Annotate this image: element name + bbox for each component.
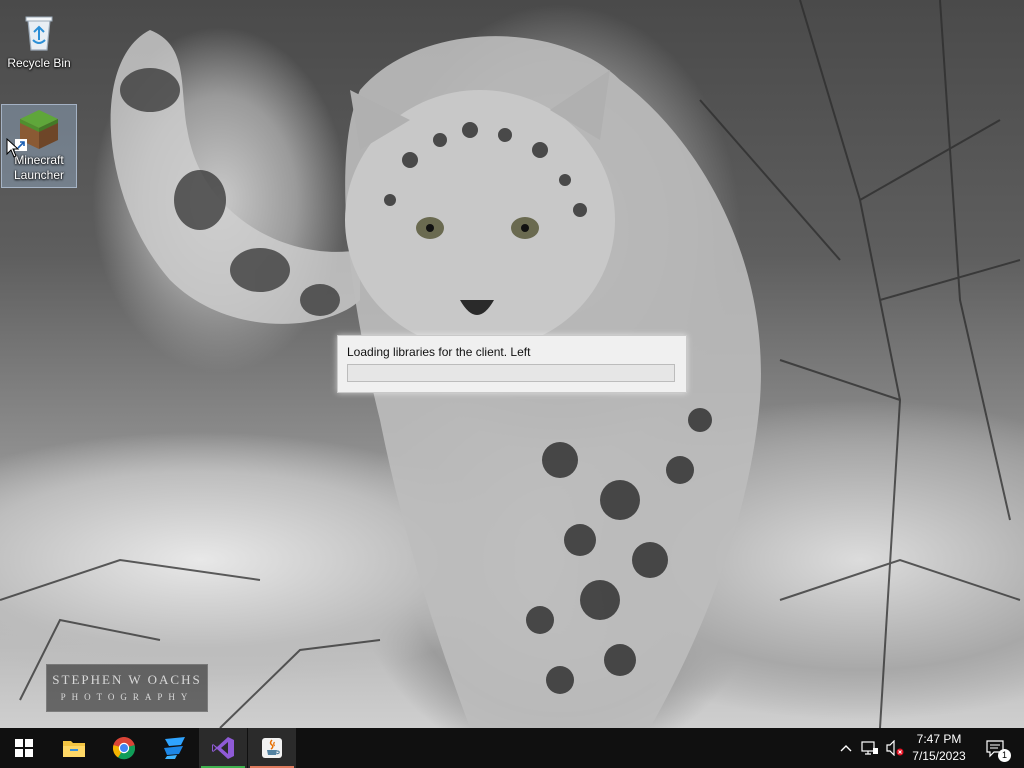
visual-studio-icon	[212, 737, 234, 759]
recycle-bin-icon	[17, 10, 61, 54]
minecraft-grass-block-icon	[15, 107, 61, 151]
desktop-icon-recycle-bin[interactable]: Recycle Bin	[2, 8, 76, 71]
java-icon	[262, 738, 282, 758]
show-hidden-icons-button[interactable]	[836, 728, 856, 768]
windows-logo-icon	[15, 739, 33, 757]
loading-message: Loading libraries for the client. Left	[347, 345, 531, 359]
action-center-button[interactable]: 1	[980, 728, 1011, 768]
taskbar-java[interactable]	[248, 728, 296, 768]
clock-date: 7/15/2023	[912, 749, 966, 763]
taskbar-file-explorer[interactable]	[50, 728, 98, 768]
taskbar-blue-app[interactable]	[150, 728, 198, 768]
chevron-up-icon	[840, 745, 852, 752]
loading-dialog: Loading libraries for the client. Left	[337, 335, 687, 393]
network-icon	[861, 741, 878, 755]
mouse-cursor-icon	[6, 138, 20, 158]
notification-count-badge: 1	[998, 749, 1011, 762]
network-status-button[interactable]	[858, 728, 882, 768]
clock-time: 7:47 PM	[916, 732, 962, 746]
chrome-icon	[112, 737, 136, 760]
desktop-icon-label: Recycle Bin	[7, 56, 71, 70]
desktop-icon-label-line2: Launcher	[13, 168, 65, 182]
taskbar-chrome[interactable]	[100, 728, 148, 768]
watermark-line2: PHOTOGRAPHY	[60, 692, 194, 702]
loading-progress-bar	[347, 364, 675, 382]
taskbar: 7:47 PM 7/15/2023 1	[0, 728, 1024, 768]
start-button[interactable]	[0, 728, 48, 768]
watermark-line1: STEPHEN W OACHS	[52, 672, 202, 687]
folder-icon	[63, 741, 85, 757]
taskbar-visual-studio[interactable]	[199, 728, 247, 768]
taskbar-clock[interactable]: 7:47 PM 7/15/2023	[902, 731, 976, 765]
photographer-watermark: STEPHEN W OACHS PHOTOGRAPHY	[46, 664, 208, 712]
blue-app-icon	[164, 737, 185, 759]
